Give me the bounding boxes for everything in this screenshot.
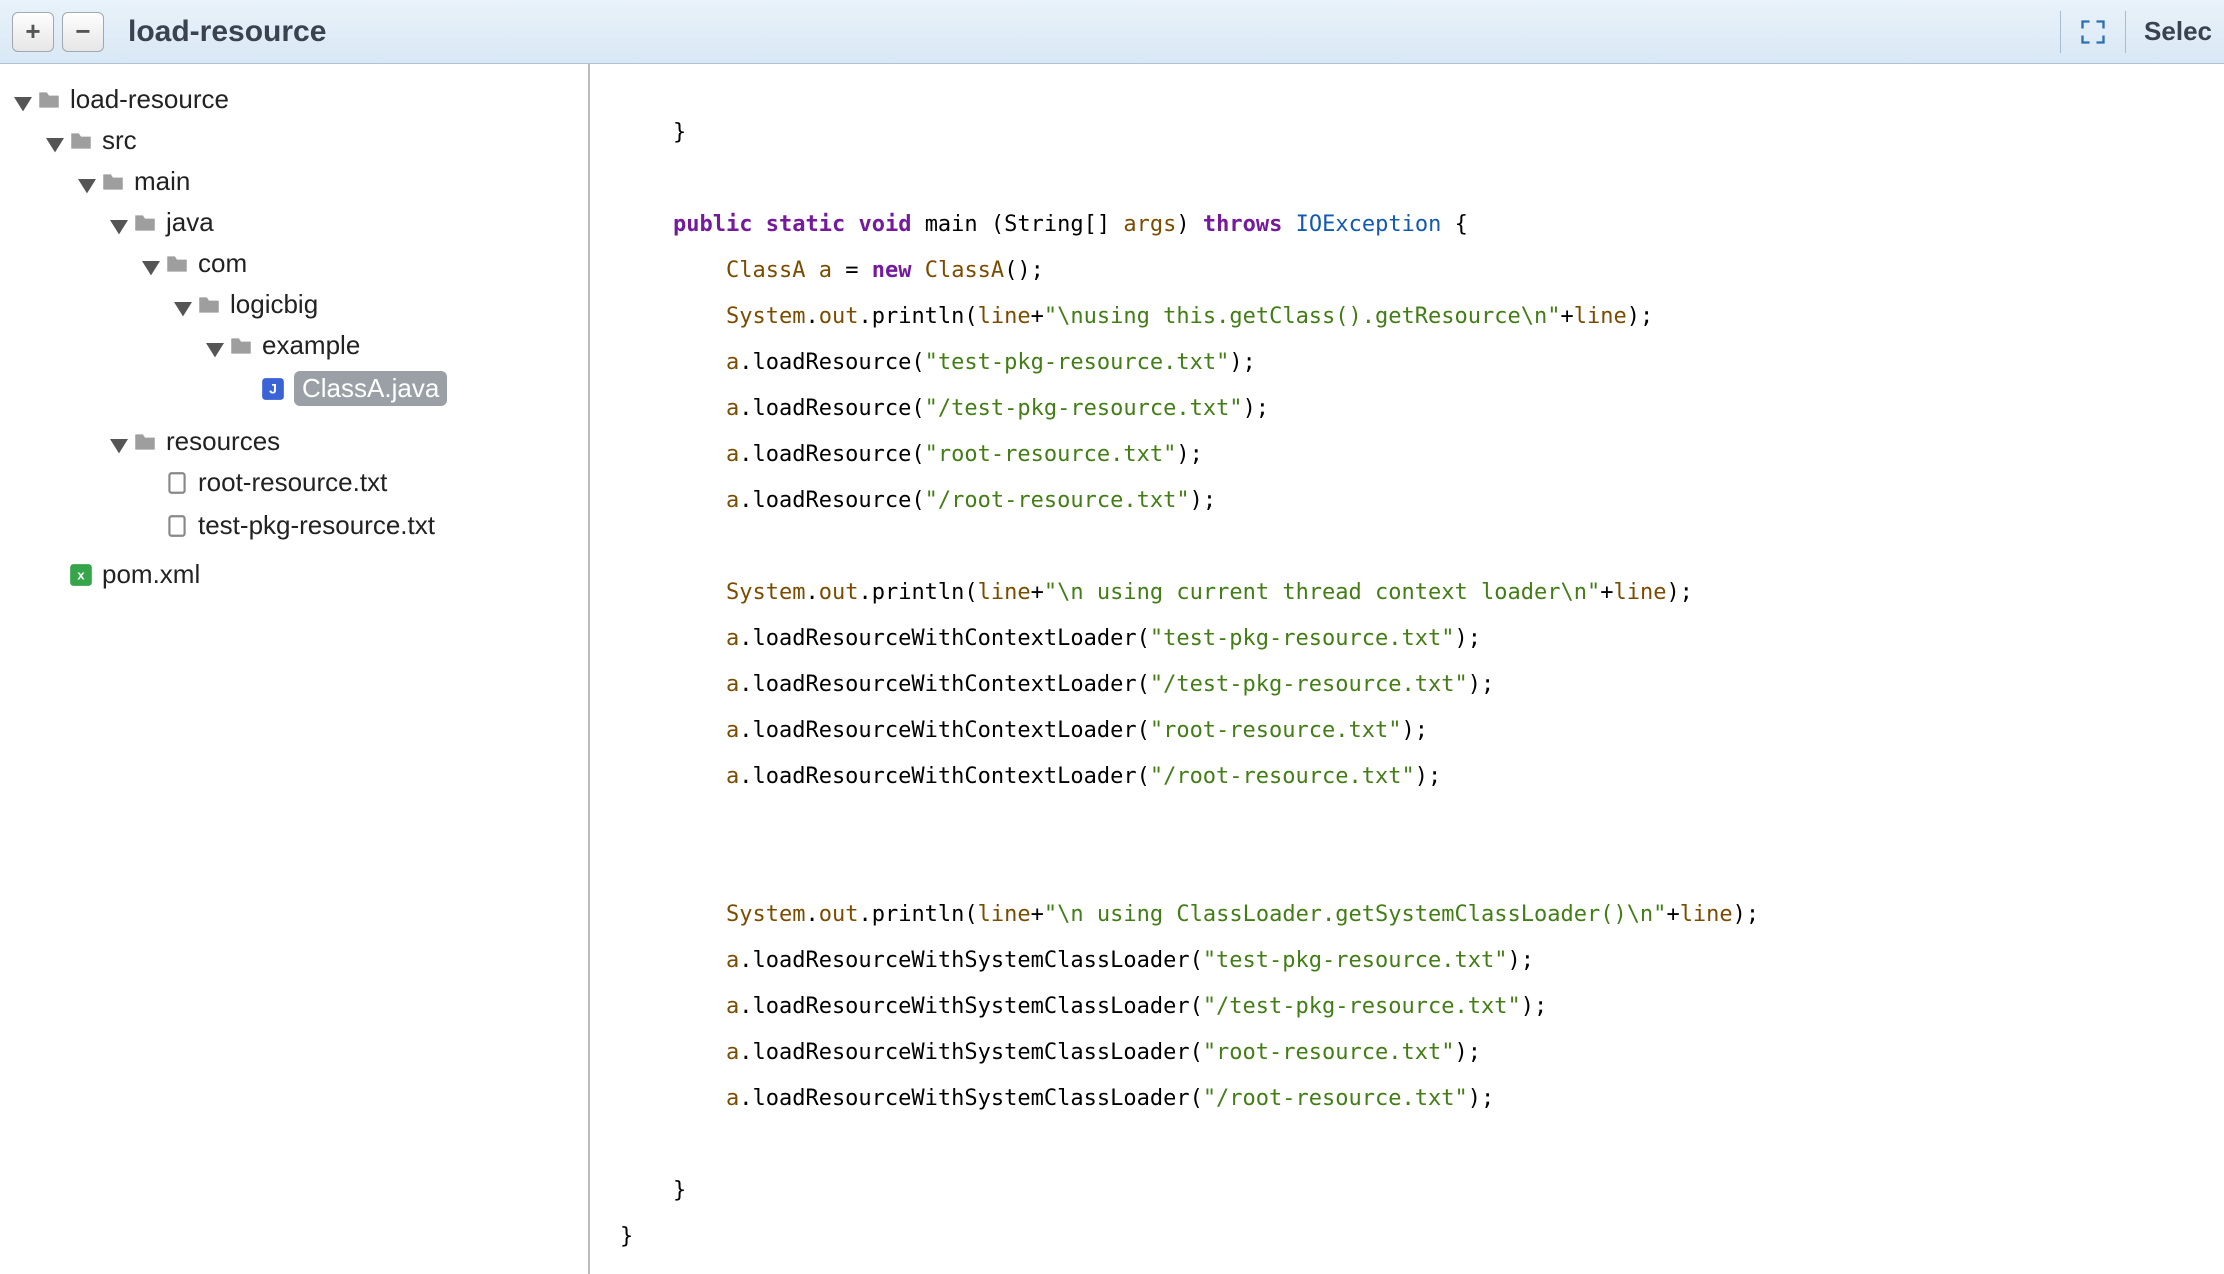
xml-file-icon: x xyxy=(68,562,94,588)
caret-down-icon[interactable] xyxy=(174,296,192,314)
folder-icon xyxy=(36,87,62,113)
tree-label: logicbig xyxy=(230,289,318,320)
folder-icon xyxy=(196,292,222,318)
tree-folder-java[interactable]: java xyxy=(104,203,580,242)
tree-label: load-resource xyxy=(70,84,229,115)
caret-down-icon[interactable] xyxy=(142,255,160,273)
caret-down-icon[interactable] xyxy=(110,214,128,232)
caret-down-icon[interactable] xyxy=(110,433,128,451)
code-content: } public static void main (String[] args… xyxy=(620,110,2194,1260)
tree-folder-src[interactable]: src xyxy=(40,121,580,160)
select-menu[interactable]: Selec xyxy=(2144,16,2212,47)
folder-icon xyxy=(100,169,126,195)
toolbar: + − load-resource Selec xyxy=(0,0,2224,64)
tree-folder-com[interactable]: com xyxy=(136,244,580,283)
tree-label: root-resource.txt xyxy=(198,467,387,498)
toolbar-separator xyxy=(2125,11,2126,53)
tree-folder-logicbig[interactable]: logicbig xyxy=(168,285,580,324)
tree-folder-example[interactable]: example xyxy=(200,326,580,365)
tree-folder-resources[interactable]: resources xyxy=(104,422,580,461)
text-file-icon xyxy=(164,470,190,496)
tree-file-pom[interactable]: x pom.xml xyxy=(40,555,580,594)
tree-label: src xyxy=(102,125,137,156)
toolbar-separator xyxy=(2060,11,2061,53)
fullscreen-icon[interactable] xyxy=(2079,18,2107,46)
tree-file-root-resource[interactable]: root-resource.txt xyxy=(136,463,580,502)
tree-file-test-pkg-resource[interactable]: test-pkg-resource.txt xyxy=(136,506,580,545)
caret-down-icon[interactable] xyxy=(206,337,224,355)
tree-label: test-pkg-resource.txt xyxy=(198,510,435,541)
folder-icon xyxy=(132,210,158,236)
tree-label: ClassA.java xyxy=(294,371,447,406)
project-tree[interactable]: load-resource src xyxy=(0,64,590,1274)
tree-file-classA[interactable]: J ClassA.java xyxy=(232,367,580,410)
collapse-all-button[interactable]: − xyxy=(62,12,104,52)
folder-icon xyxy=(68,128,94,154)
tree-folder-main[interactable]: main xyxy=(72,162,580,201)
tree-label: example xyxy=(262,330,360,361)
caret-down-icon[interactable] xyxy=(46,132,64,150)
svg-text:J: J xyxy=(269,380,277,396)
caret-down-icon[interactable] xyxy=(78,173,96,191)
tree-folder-root[interactable]: load-resource xyxy=(8,80,580,119)
java-file-icon: J xyxy=(260,376,286,402)
caret-down-icon[interactable] xyxy=(14,91,32,109)
folder-icon xyxy=(164,251,190,277)
tree-label: main xyxy=(134,166,190,197)
tree-label: resources xyxy=(166,426,280,457)
tree-label: pom.xml xyxy=(102,559,200,590)
folder-icon xyxy=(132,429,158,455)
expand-all-button[interactable]: + xyxy=(12,12,54,52)
folder-icon xyxy=(228,333,254,359)
svg-text:x: x xyxy=(77,567,85,582)
code-editor[interactable]: } public static void main (String[] args… xyxy=(590,64,2224,1274)
tree-label: java xyxy=(166,207,214,238)
project-title: load-resource xyxy=(128,15,326,49)
tree-label: com xyxy=(198,248,247,279)
text-file-icon xyxy=(164,513,190,539)
